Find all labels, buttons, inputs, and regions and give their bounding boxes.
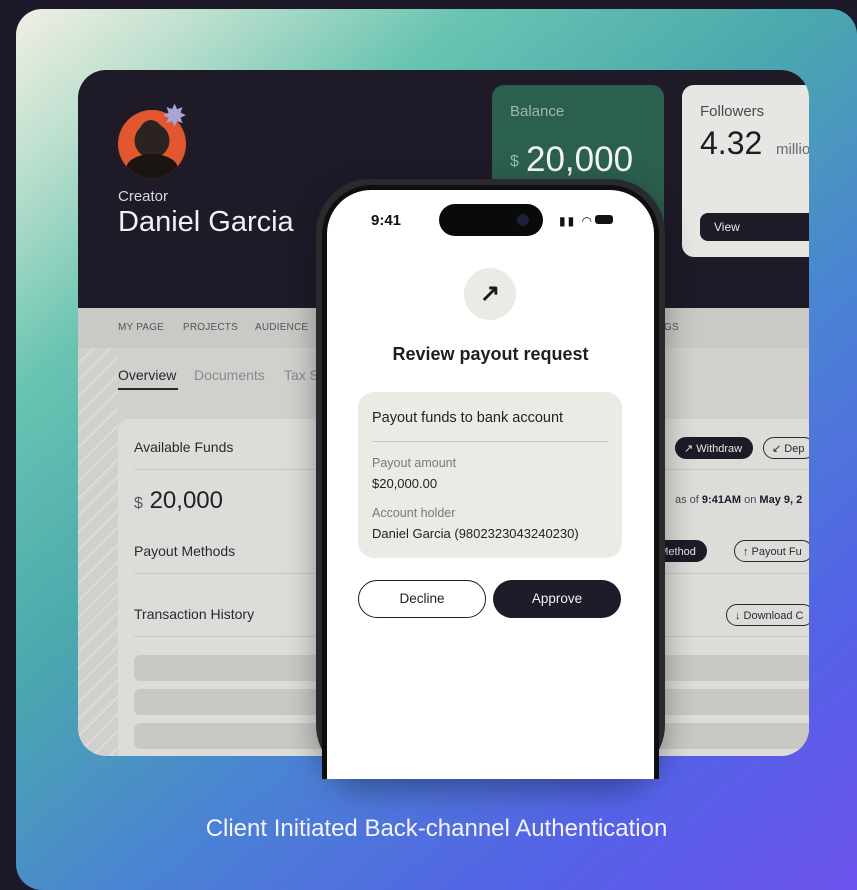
transaction-history-label: Transaction History — [134, 606, 255, 622]
nav-item-settings[interactable]: GS — [664, 322, 679, 333]
balance-amount: 20,000 — [526, 140, 634, 179]
phone-mockup: 9:41 ▮▮ ◠ ↗ Review payout request Payout… — [316, 179, 665, 779]
promo-card: ✸ Creator Daniel Garcia Balance $ 20,000… — [16, 9, 857, 890]
payout-request-details: Payout funds to bank account Payout amou… — [358, 392, 622, 558]
as-of-timestamp: as of 9:41AM on May 9, 2 — [675, 494, 803, 506]
tab-tax[interactable]: Tax S — [284, 367, 319, 383]
available-funds-label: Available Funds — [134, 439, 234, 455]
download-csv-button[interactable]: ↓ Download C — [726, 604, 809, 626]
approve-button[interactable]: Approve — [493, 580, 621, 618]
payout-funds-button[interactable]: ↑ Payout Fu — [734, 540, 809, 562]
nav-item-audience[interactable]: AUDIENCE — [255, 322, 308, 333]
background-pattern — [78, 348, 118, 756]
divider — [372, 441, 608, 442]
status-time: 9:41 — [371, 212, 402, 229]
creator-label: Creator — [118, 188, 169, 205]
tab-documents[interactable]: Documents — [194, 367, 265, 383]
phone-screen: 9:41 ▮▮ ◠ ↗ Review payout request Payout… — [327, 190, 654, 779]
caption: Client Initiated Back-channel Authentica… — [205, 815, 668, 842]
decline-button[interactable]: Decline — [358, 580, 486, 618]
payout-methods-label: Payout Methods — [134, 543, 236, 559]
camera-icon — [517, 214, 529, 226]
nav-item-projects[interactable]: PROJECTS — [183, 322, 238, 333]
creator-name: Daniel Garcia — [118, 206, 294, 238]
payout-amount-label: Payout amount — [372, 456, 457, 470]
payout-amount-value: $20,000.00 — [372, 476, 438, 491]
active-tab-indicator — [118, 388, 178, 390]
tab-overview[interactable]: Overview — [118, 367, 176, 383]
account-holder-label: Account holder — [372, 506, 456, 520]
withdraw-button[interactable]: ↗ Withdraw — [675, 437, 754, 459]
available-funds-amount: $ 20,000 — [134, 487, 223, 514]
arrow-up-right-icon: ↗ — [464, 268, 516, 320]
request-heading: Payout funds to bank account — [372, 410, 564, 426]
battery-icon — [595, 215, 613, 224]
nav-item-my-page[interactable]: MY PAGE — [118, 322, 164, 333]
followers-label: Followers — [700, 103, 765, 120]
followers-card: Followers 4.32 million View — [682, 85, 809, 257]
followers-unit: million — [776, 141, 809, 158]
signal-wifi-icon: ▮▮ ◠ — [559, 214, 595, 228]
star-badge-icon: ✸ — [162, 100, 188, 133]
balance-label: Balance — [510, 103, 565, 120]
balance-currency: $ — [510, 153, 519, 170]
followers-count: 4.32 — [700, 125, 763, 161]
deposit-button[interactable]: ↙ Dep — [763, 437, 809, 459]
followers-view-button[interactable]: View — [700, 213, 809, 241]
review-title: Review payout request — [392, 344, 589, 364]
account-holder-value: Daniel Garcia (9802323043240230) — [372, 526, 579, 541]
dynamic-island — [439, 204, 543, 236]
